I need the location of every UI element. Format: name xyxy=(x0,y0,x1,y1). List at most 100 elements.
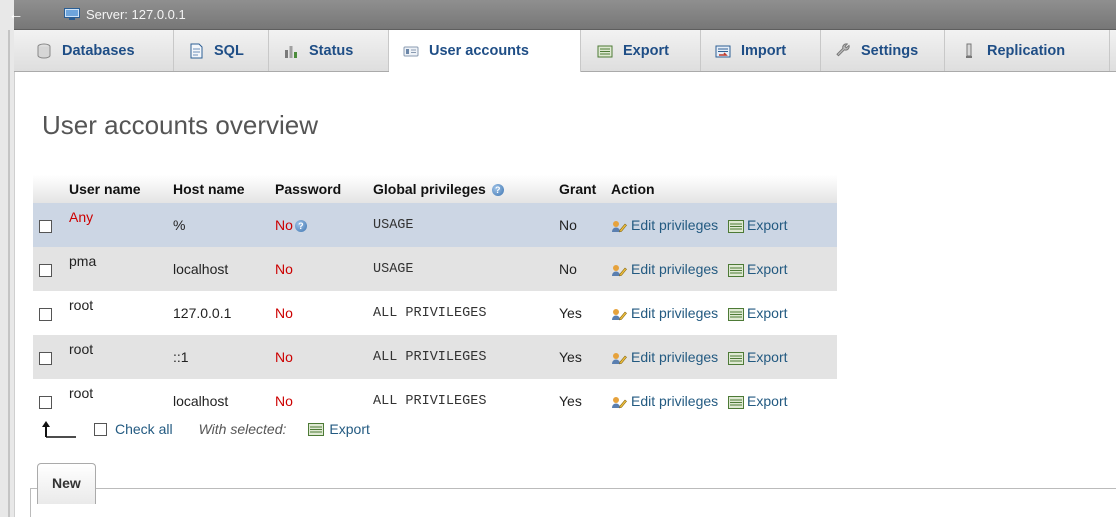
status-chart-icon xyxy=(285,45,297,58)
page-title: User accounts overview xyxy=(42,110,318,140)
user-name-cell: Any xyxy=(61,203,165,247)
edit-privileges-icon xyxy=(612,221,627,233)
export-icon xyxy=(728,307,745,321)
table-row[interactable]: root localhost No ALL PRIVILEGES Yes Edi… xyxy=(33,379,837,423)
export-link[interactable]: Export xyxy=(728,305,788,321)
edit-privileges-icon xyxy=(612,353,627,365)
edit-privileges-label: Edit privileges xyxy=(631,216,719,233)
row-checkbox[interactable] xyxy=(39,395,52,409)
table-row[interactable]: root 127.0.0.1 No ALL PRIVILEGES Yes Edi… xyxy=(33,291,837,335)
host-name-cell: % xyxy=(165,203,267,247)
export-icon xyxy=(728,395,745,409)
check-all-label[interactable]: Check all xyxy=(115,421,173,437)
column-header-host-name[interactable]: Host name xyxy=(165,175,267,203)
column-header-grant[interactable]: Grant xyxy=(551,175,603,203)
global-privileges-cell: USAGE xyxy=(365,203,551,247)
action-cell: Edit privileges Export xyxy=(603,247,837,291)
column-header-label: Global privileges xyxy=(373,181,486,197)
host-name-cell: localhost xyxy=(165,379,267,423)
host-name-cell: ::1 xyxy=(165,335,267,379)
tab-status[interactable]: Status xyxy=(269,30,389,71)
tab-label: SQL xyxy=(214,42,244,59)
export-icon xyxy=(728,263,745,277)
row-checkbox[interactable] xyxy=(39,351,52,365)
check-all-checkbox[interactable] xyxy=(94,422,107,436)
global-privileges-cell: ALL PRIVILEGES xyxy=(365,379,551,423)
bulk-export-label: Export xyxy=(329,421,370,437)
row-select-cell xyxy=(33,379,61,423)
tab-databases[interactable]: Databases xyxy=(14,30,174,71)
password-cell: No xyxy=(267,247,365,291)
edit-privileges-link[interactable]: Edit privileges xyxy=(611,349,718,365)
import-icon xyxy=(715,45,731,57)
row-checkbox[interactable] xyxy=(39,263,52,277)
global-privileges-cell: USAGE xyxy=(365,247,551,291)
row-select-cell xyxy=(33,247,61,291)
password-value: No xyxy=(275,217,293,233)
host-name-cell: localhost xyxy=(165,247,267,291)
column-header-global-privileges[interactable]: Global privileges ? xyxy=(365,175,551,203)
row-checkbox[interactable] xyxy=(39,219,52,233)
edit-privileges-link[interactable]: Edit privileges xyxy=(611,261,718,277)
table-row[interactable]: pma localhost No USAGE No Edit privilege… xyxy=(33,247,837,291)
edit-privileges-link[interactable]: Edit privileges xyxy=(611,305,718,321)
server-breadcrumb-link[interactable]: Server: 127.0.0.1 xyxy=(86,7,186,22)
edit-privileges-icon xyxy=(612,265,627,277)
row-select-cell xyxy=(33,335,61,379)
help-icon[interactable]: ? xyxy=(491,184,504,197)
column-header-user-name[interactable]: User name xyxy=(61,175,165,203)
tab-export[interactable]: Export xyxy=(581,30,701,71)
table-row[interactable]: Any % No? USAGE No Edit privileges Expor… xyxy=(33,203,837,247)
edit-privileges-icon xyxy=(612,309,627,321)
tab-user-accounts[interactable]: User accounts xyxy=(389,30,581,72)
edit-privileges-label: Edit privileges xyxy=(631,304,719,321)
password-cell: No? xyxy=(267,203,365,247)
export-link[interactable]: Export xyxy=(728,392,788,409)
grant-cell: No xyxy=(551,203,603,247)
table-header-row: User name Host name Password Global priv… xyxy=(33,175,837,203)
export-link[interactable]: Export xyxy=(728,217,788,233)
grant-cell: Yes xyxy=(551,379,603,423)
tab-import[interactable]: Import xyxy=(701,30,821,71)
help-icon[interactable]: ? xyxy=(294,220,307,233)
back-arrow-icon[interactable]: ← xyxy=(6,4,26,26)
grant-cell: Yes xyxy=(551,335,603,379)
host-name-cell: 127.0.0.1 xyxy=(165,291,267,335)
bulk-export-button[interactable]: Export xyxy=(308,421,370,437)
column-header-action: Action xyxy=(603,175,837,203)
user-name-cell: root xyxy=(61,291,165,335)
tab-label: Import xyxy=(741,42,787,59)
select-arrow-icon xyxy=(42,421,76,438)
edit-privileges-label: Edit privileges xyxy=(631,348,719,365)
user-name-cell: pma xyxy=(61,247,165,291)
export-label: Export xyxy=(747,392,788,409)
tab-label: Status xyxy=(309,42,354,59)
export-link[interactable]: Export xyxy=(728,349,788,365)
password-cell: No xyxy=(267,335,365,379)
bulk-actions-bar: Check all With selected: Export xyxy=(42,418,370,440)
export-icon xyxy=(728,351,745,365)
grant-cell: Yes xyxy=(551,291,603,335)
tab-overflow[interactable] xyxy=(1110,30,1116,71)
replication-icon xyxy=(966,43,972,58)
select-column-header xyxy=(33,175,61,203)
row-checkbox[interactable] xyxy=(39,307,52,321)
rail-divider xyxy=(8,30,10,517)
edit-privileges-link[interactable]: Edit privileges xyxy=(611,393,718,409)
column-header-password[interactable]: Password xyxy=(267,175,365,203)
new-section-border-left xyxy=(30,488,31,517)
users-icon xyxy=(403,46,419,57)
tab-replication[interactable]: Replication xyxy=(945,30,1110,71)
edit-privileges-link[interactable]: Edit privileges xyxy=(611,217,718,233)
row-select-cell xyxy=(33,291,61,335)
export-link[interactable]: Export xyxy=(728,261,788,277)
export-icon xyxy=(728,219,745,233)
top-breadcrumb-bar: ← Server: 127.0.0.1 xyxy=(9,0,1116,30)
table-row[interactable]: root ::1 No ALL PRIVILEGES Yes Edit priv… xyxy=(33,335,837,379)
tab-settings[interactable]: Settings xyxy=(821,30,945,71)
export-icon xyxy=(308,422,325,436)
action-cell: Edit privileges Export xyxy=(603,291,837,335)
tab-label: Settings xyxy=(861,42,919,59)
tab-sql[interactable]: SQL xyxy=(174,30,269,71)
user-name-cell: root xyxy=(61,379,165,423)
